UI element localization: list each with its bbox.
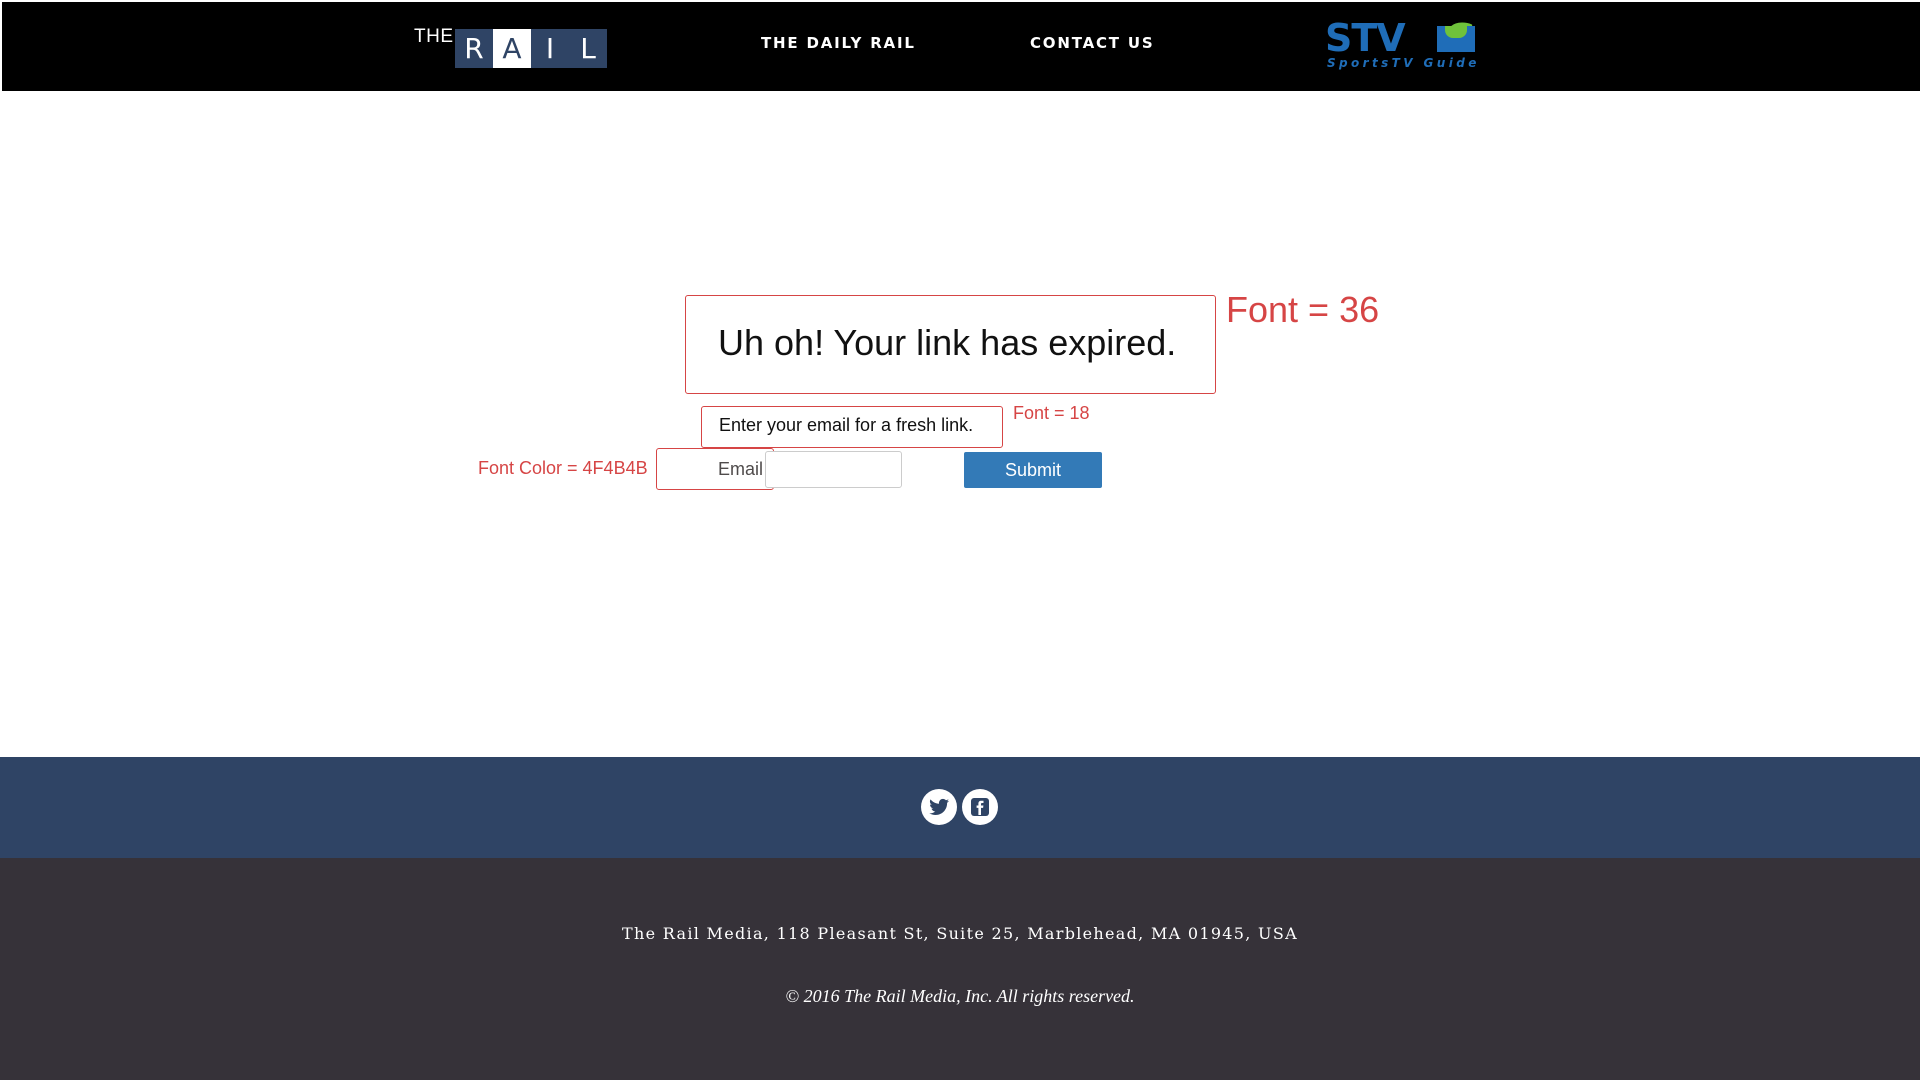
facebook-icon[interactable] <box>962 789 998 825</box>
sportstv-guide-logo[interactable]: STVG SportsTV Guide <box>1325 16 1513 72</box>
page-title: Uh oh! Your link has expired. <box>718 322 1177 363</box>
stvg-wordmark-left: STV <box>1325 16 1406 60</box>
logo-letter-a: A <box>493 29 531 68</box>
submit-button[interactable]: Submit <box>964 452 1102 488</box>
nav-the-daily-rail[interactable]: THE DAILY RAIL <box>761 34 916 52</box>
logo-letter-i: I <box>545 32 555 65</box>
footer-address: The Rail Media, 118 Pleasant St, Suite 2… <box>622 924 1298 943</box>
logo-prefix: THE <box>414 26 454 47</box>
email-input[interactable] <box>765 451 902 488</box>
nav-contact-us[interactable]: CONTACT US <box>1030 34 1154 52</box>
label-color-annotation: Font Color = 4F4B4B <box>478 458 648 478</box>
site-footer: The Rail Media, 118 Pleasant St, Suite 2… <box>0 858 1920 1080</box>
logo-letter-l: L <box>580 32 596 65</box>
email-label: Email <box>718 459 764 479</box>
stvg-tagline: SportsTV Guide <box>1327 56 1480 70</box>
page-subtitle: Enter your email for a fresh link. <box>719 415 974 435</box>
footer-copyright: © 2016 The Rail Media, Inc. All rights r… <box>785 986 1135 1006</box>
stadium-icon <box>1437 26 1475 52</box>
site-header: THE R A I L THE DAILY RAIL CONTACT US ST… <box>2 2 1920 91</box>
logo-letter-r: R <box>464 32 484 65</box>
logo-letters: R A I L <box>455 29 607 68</box>
subtitle-font-annotation: Font = 18 <box>1013 403 1090 423</box>
twitter-icon[interactable] <box>921 789 957 825</box>
social-bar <box>0 757 1920 858</box>
title-font-annotation: Font = 36 <box>1226 289 1380 330</box>
